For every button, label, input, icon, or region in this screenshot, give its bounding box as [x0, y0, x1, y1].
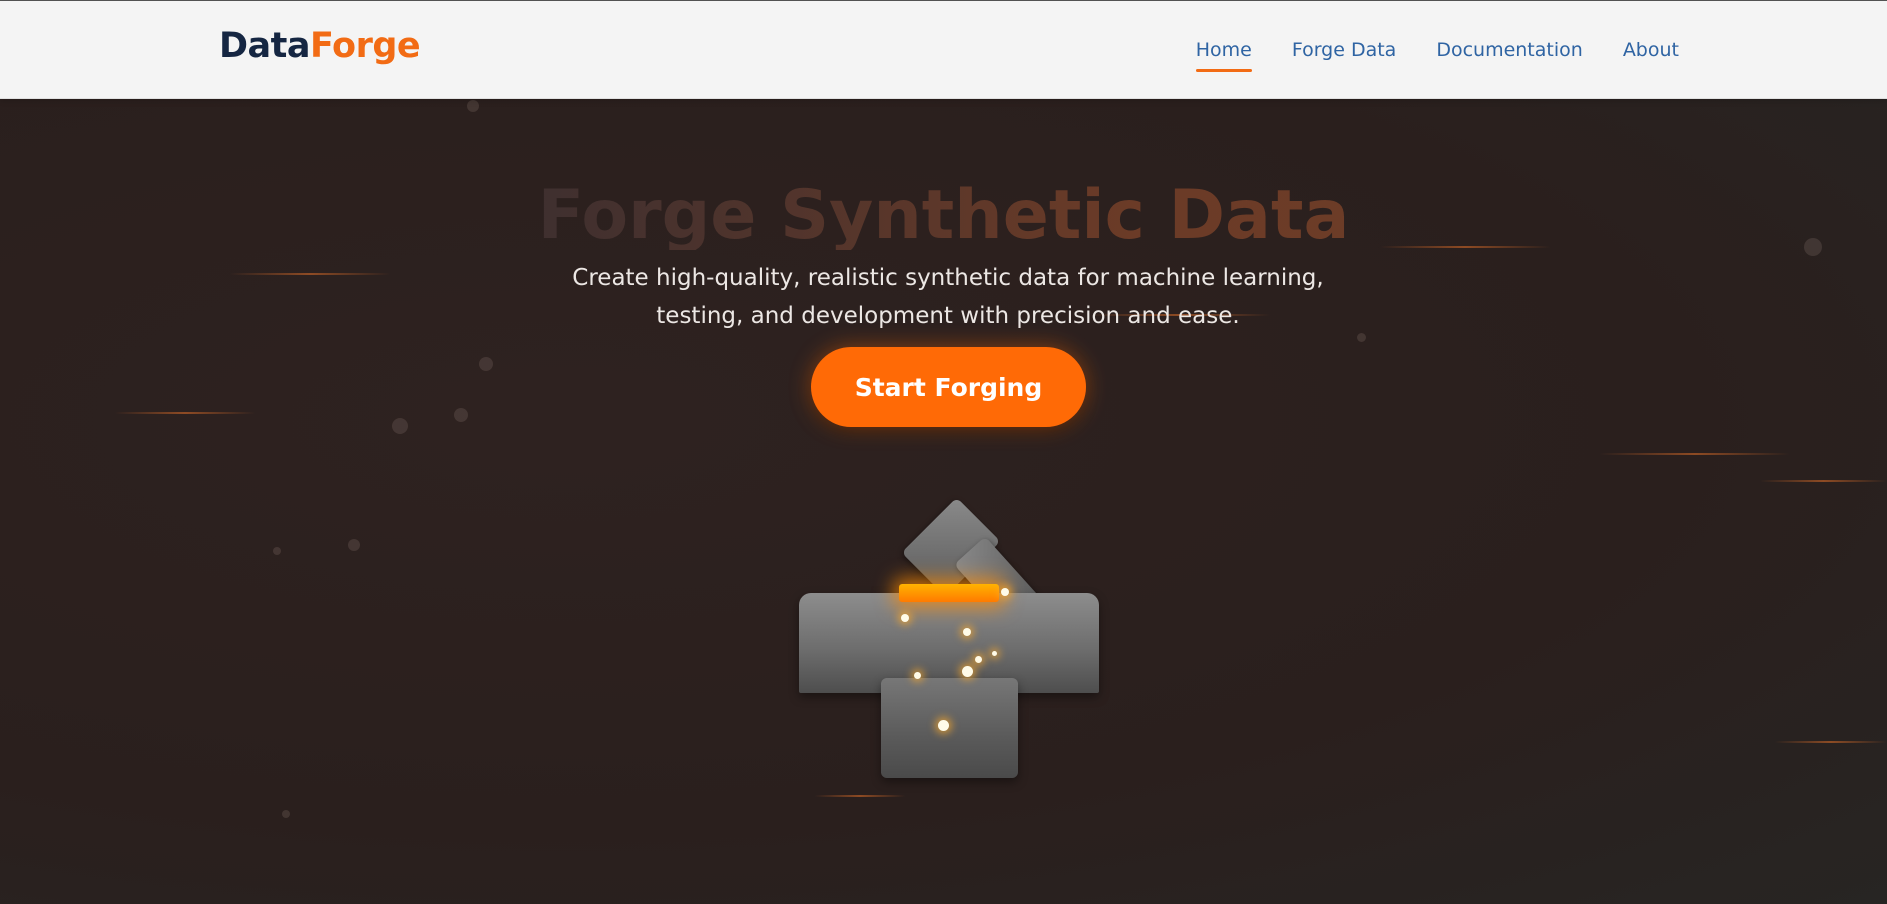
dust-particle: [282, 810, 290, 818]
ember-streak: [230, 273, 390, 275]
nav-forge-data-link[interactable]: Forge Data: [1292, 41, 1397, 68]
spark: [914, 672, 921, 679]
start-forging-button[interactable]: Start Forging: [811, 347, 1086, 427]
hero-title: Forge Synthetic Data: [0, 181, 1887, 250]
brand-logo[interactable]: DataForge: [219, 26, 421, 66]
spark: [901, 614, 909, 622]
brand-logo-part1: Data: [219, 26, 311, 66]
ember-streak: [815, 795, 905, 797]
ember-streak: [1600, 453, 1790, 455]
hero-section: Forge Synthetic Data Create high-quality…: [0, 98, 1887, 904]
hero-subtitle: Create high-quality, realistic synthetic…: [572, 265, 1324, 329]
dust-particle: [273, 547, 281, 555]
brand-logo-part2: Forge: [310, 26, 421, 66]
nav-about-link[interactable]: About: [1623, 41, 1679, 68]
dust-particle: [348, 539, 360, 551]
ember-streak: [1775, 741, 1887, 743]
dust-particle: [454, 408, 468, 422]
spark: [963, 628, 971, 636]
dust-particle: [467, 100, 479, 112]
dust-particle: [479, 357, 493, 371]
site-header: DataForge Home Forge Data Documentation …: [0, 1, 1887, 99]
spark: [992, 651, 997, 656]
spark: [975, 656, 982, 663]
anvil-base: [881, 678, 1018, 778]
ember-streak: [115, 412, 255, 414]
anvil-hammer-icon: [790, 488, 1110, 778]
ember-streak: [1760, 480, 1887, 482]
nav-home-link[interactable]: Home: [1195, 41, 1252, 72]
spark: [938, 720, 949, 731]
hot-metal-bar: [899, 584, 999, 602]
main-nav: Home Forge Data Documentation About: [1195, 41, 1679, 72]
dust-particle: [392, 418, 408, 434]
spark: [1001, 588, 1009, 596]
spark: [962, 666, 973, 677]
nav-documentation-link[interactable]: Documentation: [1436, 41, 1582, 68]
